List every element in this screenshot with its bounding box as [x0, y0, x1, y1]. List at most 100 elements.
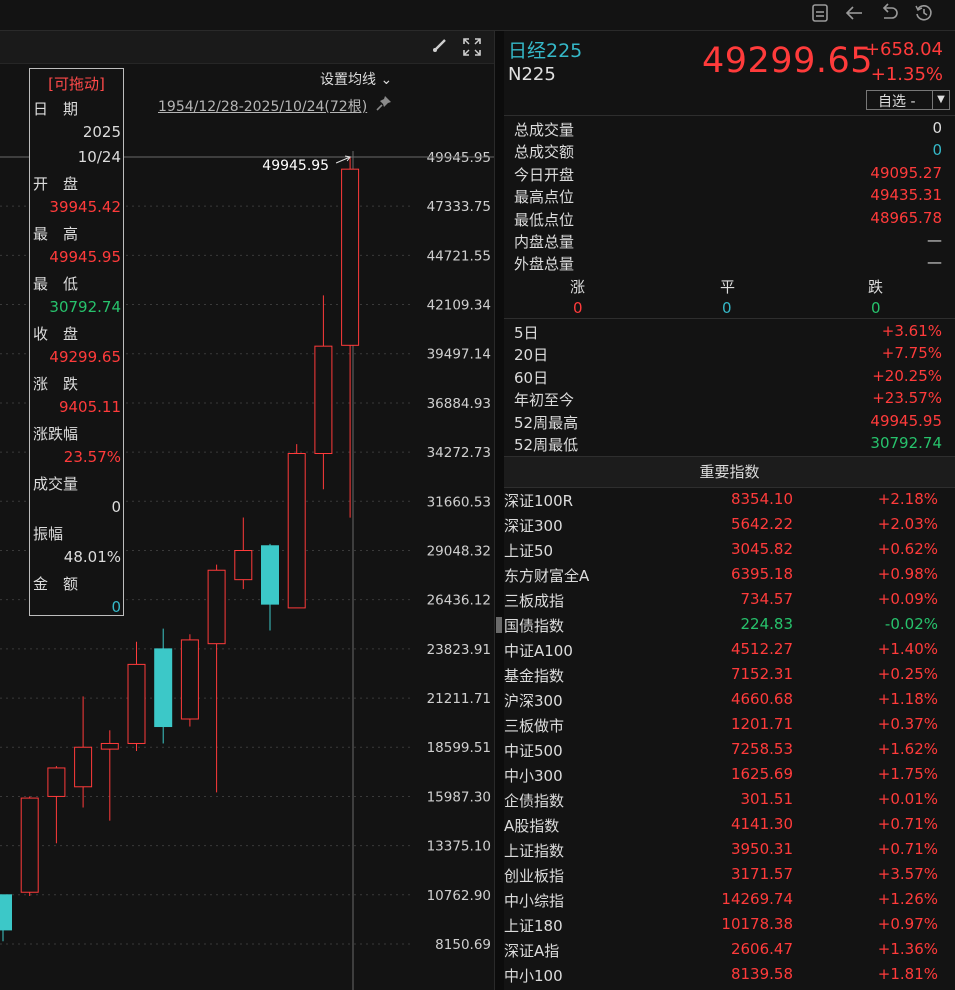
index-row-pct: +0.62% [877, 540, 938, 558]
y-tick-label: 39497.14 [427, 347, 491, 363]
set-ma-button[interactable]: 设置均线 ⌄ [320, 69, 392, 89]
index-row[interactable]: 中小综指 14269.74 +1.26% [504, 890, 955, 915]
index-row[interactable]: 三板做市 1201.71 +0.37% [504, 715, 955, 740]
breadth-flat-label: 平 [720, 278, 736, 296]
index-row[interactable]: 国债指数 224.83 -0.02% [504, 615, 955, 640]
index-row[interactable]: 深证100R 8354.10 +2.18% [504, 490, 955, 515]
candle-body [100, 742, 119, 750]
stat-label: 今日开盘 [514, 165, 575, 184]
candle-body [47, 767, 66, 797]
period-label: 5日 [514, 324, 539, 342]
y-tick-label: 42109.34 [427, 298, 491, 314]
index-row[interactable]: 中小100 8139.58 +1.81% [504, 965, 955, 990]
volume-value: 0 [111, 498, 121, 516]
index-row-value: 4660.68 [730, 690, 793, 708]
index-row[interactable]: 三板成指 734.57 +0.09% [504, 590, 955, 615]
index-row-value: 5642.22 [730, 515, 793, 533]
watchlist-select[interactable]: 自选 - ▼ [866, 90, 950, 110]
stat-label: 内盘总量 [514, 233, 575, 251]
history-icon[interactable] [912, 3, 936, 27]
index-row-name: 上证指数 [504, 842, 565, 860]
dropdown-arrow-icon[interactable]: ▼ [932, 91, 949, 109]
date-md: 10/24 [77, 148, 121, 166]
index-row-value: 301.51 [740, 790, 794, 808]
candle-body [20, 797, 39, 893]
candle-body [154, 648, 173, 728]
low-value: 30792.74 [49, 298, 121, 316]
stat-label: 最低点位 [514, 210, 575, 229]
index-row-value: 10178.38 [721, 915, 793, 933]
amount-value: 0 [111, 598, 121, 616]
index-row[interactable]: 上证180 10178.38 +0.97% [504, 915, 955, 940]
candle-body [207, 569, 226, 645]
breadth-down-value: 0 [871, 299, 881, 317]
index-name: 日经225 [508, 40, 583, 62]
note-icon[interactable] [808, 3, 832, 27]
index-code: N225 [508, 64, 556, 85]
index-row[interactable]: 深证300 5642.22 +2.03% [504, 515, 955, 540]
index-row-name: 三板成指 [504, 592, 565, 610]
breadth-up-value: 0 [573, 299, 583, 317]
index-row-name: 深证300 [504, 517, 563, 535]
index-row-name: 企债指数 [504, 792, 565, 810]
index-row[interactable]: 沪深300 4660.68 +1.18% [504, 690, 955, 715]
stat-value: — [927, 231, 942, 249]
index-row[interactable]: A股指数 4141.30 +0.71% [504, 815, 955, 840]
undo-icon[interactable] [877, 3, 901, 27]
index-row-pct: +0.25% [877, 665, 938, 683]
kline-chart-panel[interactable]: 49945.95 47333.75 44721.55 42109.34 39497.14… [0, 31, 494, 990]
index-row-name: 创业板指 [504, 867, 565, 885]
candle-body [234, 550, 253, 581]
index-row-value: 1201.71 [730, 715, 793, 733]
index-row[interactable]: 创业板指 3171.57 +3.57% [504, 865, 955, 890]
index-row[interactable]: 企债指数 301.51 +0.01% [504, 790, 955, 815]
y-tick-label: 8150.69 [435, 937, 491, 953]
period-value: +7.75% [881, 344, 942, 363]
y-tick-label: 36884.93 [427, 396, 491, 412]
amplitude-value: 48.01% [63, 548, 121, 566]
y-tick-label: 49945.95 [427, 150, 491, 166]
index-row-pct: +0.37% [877, 715, 938, 733]
index-row-pct: +3.57% [877, 865, 938, 883]
index-row[interactable]: 中证A100 4512.27 +1.40% [504, 640, 955, 665]
stat-value: 0 [932, 119, 942, 137]
index-row-name: 基金指数 [504, 667, 565, 685]
back-arrow-icon[interactable] [842, 3, 866, 27]
index-row[interactable]: 上证50 3045.82 +0.62% [504, 540, 955, 565]
y-tick-label: 26436.12 [427, 593, 491, 609]
period-value: +23.57% [872, 389, 942, 408]
date-range[interactable]: 1954/12/28-2025/10/24(72根) [158, 96, 367, 116]
candle-body [314, 345, 333, 454]
index-row-name: 国债指数 [504, 617, 565, 635]
index-row-name: 三板做市 [504, 717, 565, 735]
stat-row: 最高点位 49435.31 [504, 186, 944, 208]
pin-icon[interactable] [376, 95, 392, 115]
candle-info-box[interactable]: [可拖动] 日 期 2025 10/24 开 盘 39945.42 最 高 49… [29, 68, 124, 616]
amount-label: 金 额 [33, 575, 79, 593]
stat-label: 外盘总量 [514, 255, 575, 274]
period-value: 30792.74 [870, 434, 942, 452]
index-row-pct: +1.75% [877, 765, 938, 783]
stat-row: 最低点位 48965.78 [504, 209, 944, 231]
candle-body [127, 663, 146, 744]
index-row[interactable]: 深证A指 2606.47 +1.36% [504, 940, 955, 965]
index-row-value: 6395.18 [730, 565, 793, 583]
y-tick-label: 13375.10 [427, 839, 491, 855]
period-row: 60日 +20.25% [504, 367, 944, 389]
index-row[interactable]: 中证500 7258.53 +1.62% [504, 740, 955, 765]
index-row[interactable]: 基金指数 7152.31 +0.25% [504, 665, 955, 690]
index-row[interactable]: 东方财富全A 6395.18 +0.98% [504, 565, 955, 590]
index-row[interactable]: 上证指数 3950.31 +0.71% [504, 840, 955, 865]
high-value: 49945.95 [49, 248, 121, 266]
collapse-handle[interactable] [496, 617, 502, 633]
amplitude-label: 振幅 [33, 525, 64, 543]
y-tick-label: 34272.73 [427, 445, 491, 461]
index-row-name: 中证A100 [504, 642, 573, 660]
index-row-value: 8139.58 [730, 965, 793, 983]
index-row[interactable]: 中小300 1625.69 +1.75% [504, 765, 955, 790]
y-tick-label: 15987.30 [427, 789, 491, 805]
open-value: 39945.42 [49, 198, 121, 216]
index-row-value: 3171.57 [730, 865, 793, 883]
index-row-pct: +1.40% [877, 640, 938, 658]
draggable-label[interactable]: [可拖动] [30, 73, 123, 94]
